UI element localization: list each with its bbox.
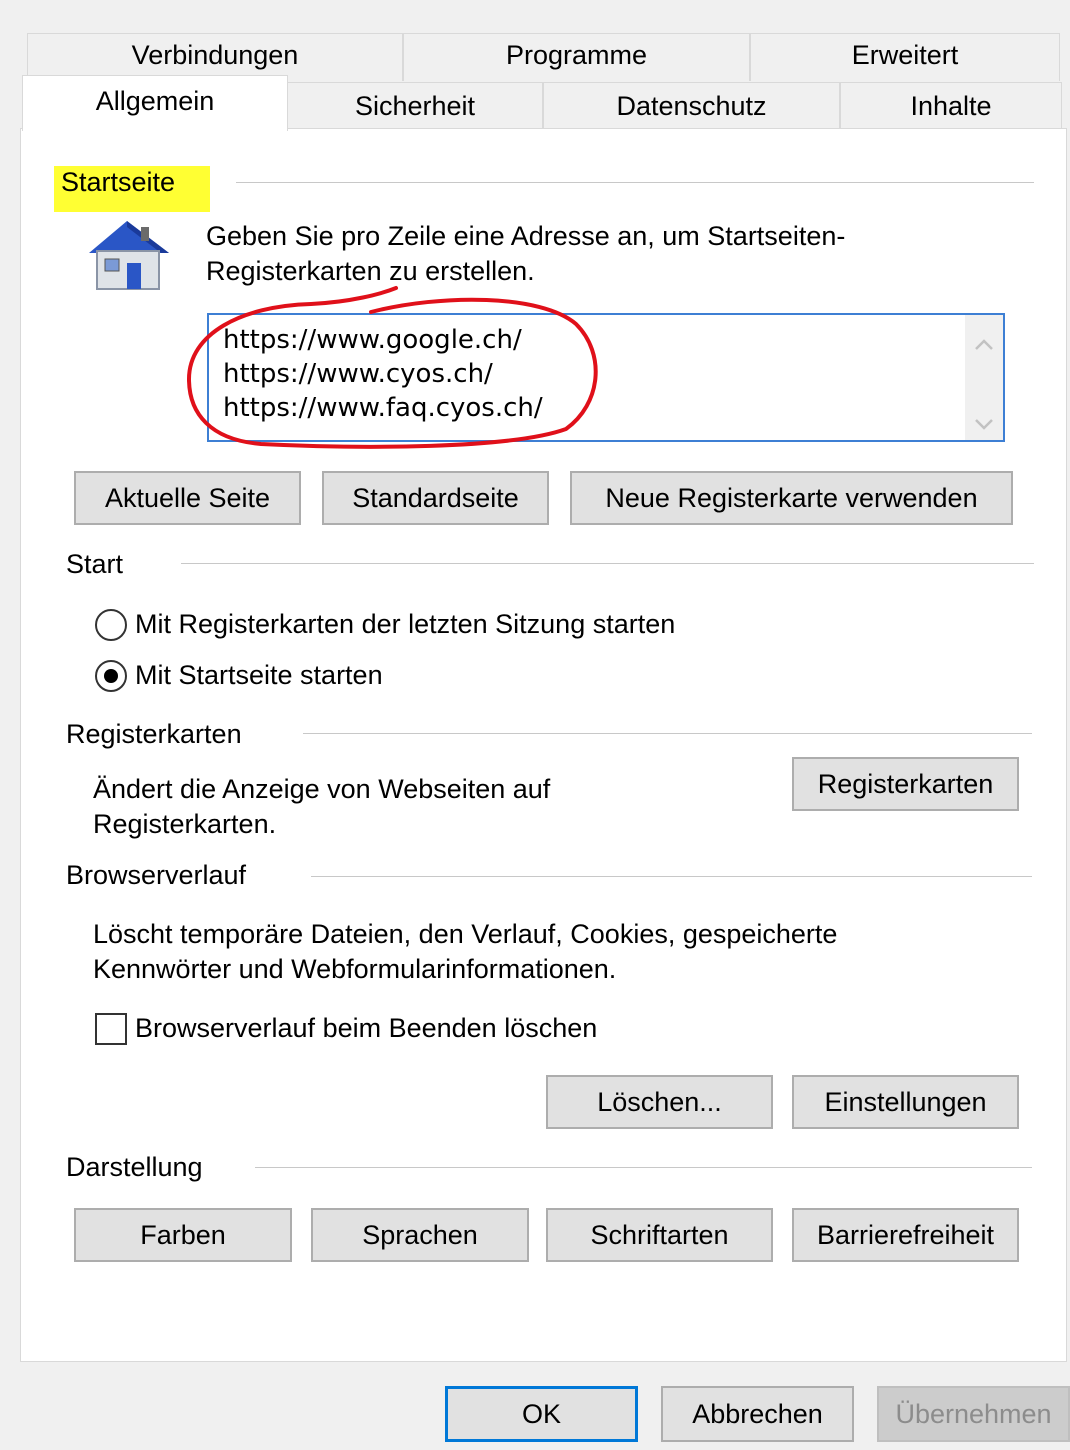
einstellungen-button[interactable]: Einstellungen <box>792 1075 1019 1129</box>
farben-button[interactable]: Farben <box>74 1208 292 1262</box>
darstellung-divider <box>255 1167 1032 1168</box>
radio-last-session[interactable] <box>95 609 127 641</box>
loeschen-button[interactable]: Löschen... <box>546 1075 773 1129</box>
registerkarten-description: Ändert die Anzeige von Webseiten auf Reg… <box>93 774 551 839</box>
schriftarten-button[interactable]: Schriftarten <box>546 1208 773 1262</box>
startseite-description: Geben Sie pro Zeile eine Adresse an, um … <box>206 221 846 286</box>
tab-panel-allgemein: Startseite Geben Sie pro Zeile eine Adre… <box>20 128 1067 1362</box>
registerkarten-button[interactable]: Registerkarten <box>792 757 1019 811</box>
radio-last-session-label[interactable]: Mit Registerkarten der letzten Sitzung s… <box>135 609 675 640</box>
house-icon <box>81 213 177 293</box>
neue-registerkarte-button[interactable]: Neue Registerkarte verwenden <box>570 471 1013 525</box>
delete-history-on-exit-checkbox[interactable] <box>95 1013 127 1045</box>
registerkarten-title: Registerkarten <box>66 719 242 749</box>
startseite-divider <box>236 182 1034 183</box>
barrierefreiheit-button[interactable]: Barrierefreiheit <box>792 1208 1019 1262</box>
tab-programme[interactable]: Programme <box>403 33 750 81</box>
chevron-down-icon[interactable] <box>973 408 995 430</box>
ok-button[interactable]: OK <box>445 1386 638 1442</box>
tab-datenschutz[interactable]: Datenschutz <box>543 82 840 129</box>
aktuelle-seite-button[interactable]: Aktuelle Seite <box>74 471 301 525</box>
url-line: https://www.google.ch/ <box>223 325 522 355</box>
darstellung-title: Darstellung <box>66 1152 203 1182</box>
tab-inhalte[interactable]: Inhalte <box>840 82 1062 129</box>
start-divider <box>181 563 1034 564</box>
startpage-url-textarea[interactable]: https://www.google.ch/ https://www.cyos.… <box>207 313 1005 442</box>
tab-erweitert[interactable]: Erweitert <box>750 33 1060 81</box>
uebernehmen-button[interactable]: Übernehmen <box>877 1386 1070 1442</box>
tab-allgemein[interactable]: Allgemein <box>22 75 288 131</box>
radio-selected-dot <box>104 669 118 683</box>
textarea-scrollbar[interactable] <box>965 315 1003 440</box>
delete-history-on-exit-label[interactable]: Browserverlauf beim Beenden löschen <box>135 1013 597 1044</box>
browserverlauf-title: Browserverlauf <box>66 860 247 890</box>
browserverlauf-description: Löscht temporäre Dateien, den Verlauf, C… <box>93 919 838 984</box>
browserverlauf-divider <box>311 876 1032 877</box>
url-line: https://www.faq.cyos.ch/ <box>223 393 543 423</box>
chevron-up-icon[interactable] <box>973 329 995 350</box>
startseite-title: Startseite <box>61 167 176 197</box>
radio-startpage[interactable] <box>95 660 127 692</box>
sprachen-button[interactable]: Sprachen <box>311 1208 529 1262</box>
start-title: Start <box>66 549 124 579</box>
url-line: https://www.cyos.ch/ <box>223 359 493 389</box>
tab-sicherheit[interactable]: Sicherheit <box>287 82 543 129</box>
tab-verbindungen[interactable]: Verbindungen <box>27 33 403 81</box>
abbrechen-button[interactable]: Abbrechen <box>661 1386 854 1442</box>
standardseite-button[interactable]: Standardseite <box>322 471 549 525</box>
registerkarten-divider <box>303 733 1032 734</box>
radio-startpage-label[interactable]: Mit Startseite starten <box>135 660 383 691</box>
